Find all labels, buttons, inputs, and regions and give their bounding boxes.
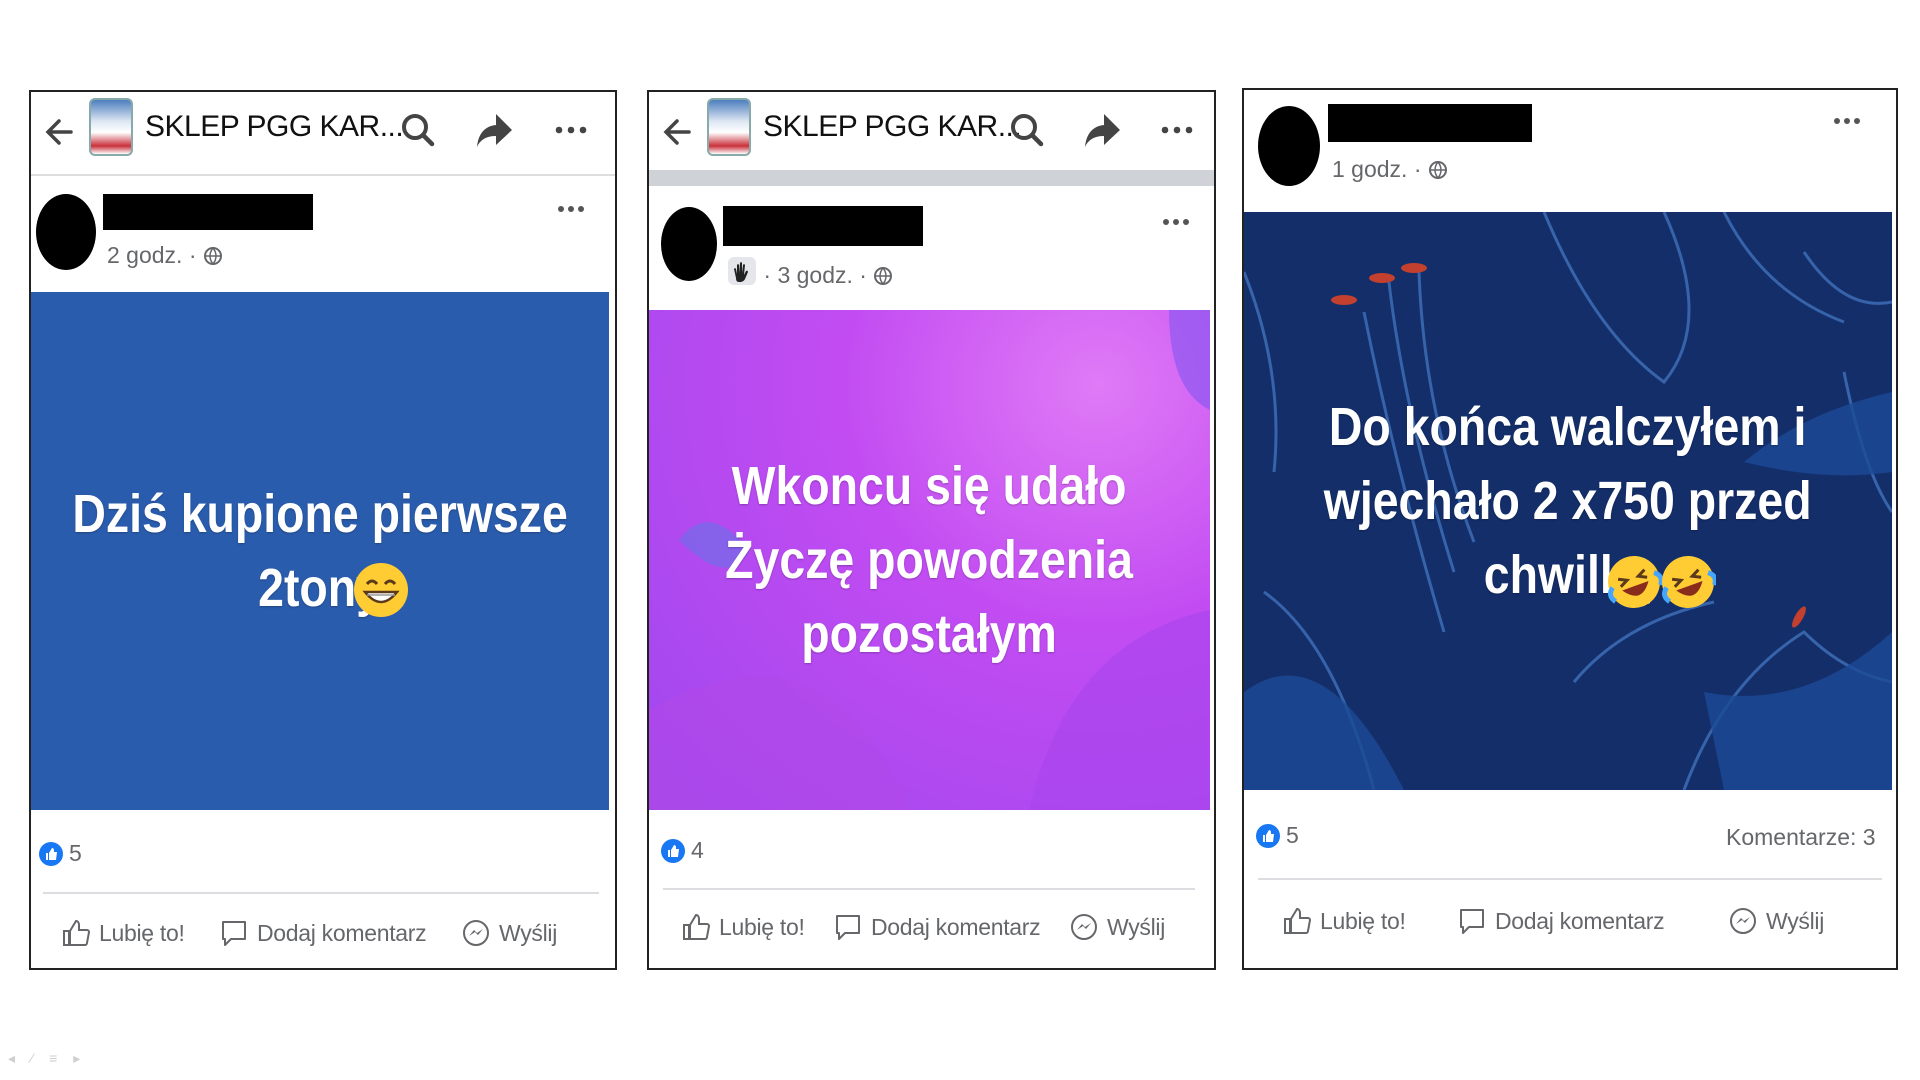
wave-hand-icon — [728, 257, 756, 285]
post-text: Wkoncu się udało Życzę powodzenia pozost… — [725, 456, 1134, 664]
divider — [1258, 878, 1882, 880]
like-icon — [1284, 907, 1312, 934]
page-name[interactable]: SKLEP PGG KAR... — [763, 110, 1022, 144]
like-icon — [63, 919, 91, 946]
post-more-icon[interactable] — [1161, 217, 1191, 227]
like-button[interactable]: Lubię to! — [61, 918, 185, 948]
slide-navigation-icons[interactable]: ◂ ⁄ ≡ ▸ — [8, 1050, 86, 1067]
search-icon[interactable] — [1007, 110, 1047, 150]
page-avatar[interactable] — [707, 98, 751, 156]
like-label: Lubię to! — [99, 919, 185, 946]
post-background: Do końca walczyłem i wjechało 2 x750 prz… — [1244, 212, 1892, 790]
comment-label: Dodaj komentarz — [1495, 907, 1665, 934]
comment-button[interactable]: Dodaj komentarz — [219, 918, 427, 948]
post-more-icon[interactable] — [556, 204, 586, 214]
messenger-icon — [463, 920, 489, 946]
messenger-icon — [1071, 914, 1097, 940]
divider — [43, 892, 599, 894]
back-arrow-icon[interactable] — [41, 114, 77, 150]
reaction-count: 4 — [691, 837, 704, 863]
page-header: SKLEP PGG KAR... — [649, 92, 1214, 174]
author-avatar[interactable] — [1258, 106, 1320, 186]
comment-icon — [1460, 909, 1484, 934]
post-time: 3 godz. — [777, 262, 853, 288]
divider — [663, 888, 1195, 890]
post-more-icon[interactable] — [1832, 116, 1862, 126]
page-name[interactable]: SKLEP PGG KAR... — [145, 110, 404, 144]
screenshot-post-3: 1 godz. · Do końca walczyłem i wjechało … — [1242, 88, 1898, 970]
reactions[interactable]: 5 — [1256, 822, 1299, 849]
comment-button[interactable]: Dodaj komentarz — [1457, 906, 1665, 936]
post-time: 1 godz. — [1332, 156, 1408, 182]
post-meta: · 3 godz. · — [727, 256, 893, 289]
header-divider — [649, 170, 1214, 186]
like-reaction-icon — [39, 841, 63, 866]
redacted-author-name — [723, 206, 923, 246]
post-time: 2 godz. — [107, 242, 183, 268]
share-icon[interactable] — [1082, 110, 1122, 150]
more-icon[interactable] — [1157, 110, 1197, 150]
comment-icon — [222, 921, 246, 946]
like-icon — [683, 913, 711, 940]
comment-icon — [836, 915, 860, 940]
screenshot-post-2: SKLEP PGG KAR... · 3 godz. · Wkoncu się … — [647, 90, 1216, 970]
redacted-author-name — [103, 194, 313, 230]
redacted-author-name — [1328, 104, 1532, 142]
post-text: Do końca walczyłem i wjechało 2 x750 prz… — [1324, 397, 1812, 605]
laughing-crying-emoji — [1607, 556, 1716, 608]
comment-button[interactable]: Dodaj komentarz — [833, 912, 1041, 942]
comment-label: Dodaj komentarz — [257, 919, 427, 946]
screenshot-post-1: SKLEP PGG KAR... 2 godz. · Dziś kupione … — [29, 90, 617, 970]
like-label: Lubię to! — [1320, 907, 1406, 934]
search-icon[interactable] — [398, 110, 438, 150]
reactions[interactable]: 4 — [661, 837, 704, 864]
reaction-count: 5 — [1286, 822, 1299, 848]
messenger-icon — [1730, 908, 1756, 934]
send-label: Wyślij — [1766, 907, 1825, 934]
back-arrow-icon[interactable] — [659, 114, 695, 150]
like-reaction-icon — [661, 838, 685, 863]
post-text: Dziś kupione pierwsze 2tony — [72, 484, 568, 618]
send-button[interactable]: Wyślij — [1728, 906, 1824, 936]
author-avatar[interactable] — [36, 194, 96, 270]
author-avatar[interactable] — [661, 207, 717, 281]
comment-label: Dodaj komentarz — [871, 913, 1041, 940]
globe-icon — [1428, 161, 1447, 179]
post-background: Dziś kupione pierwsze 2tony — [31, 292, 609, 810]
send-button[interactable]: Wyślij — [461, 918, 557, 948]
post-meta: 2 godz. · — [107, 242, 223, 269]
like-button[interactable]: Lubię to! — [681, 912, 805, 942]
globe-icon — [203, 247, 222, 265]
send-button[interactable]: Wyślij — [1069, 912, 1165, 942]
comment-count[interactable]: Komentarze: 3 — [1726, 824, 1876, 851]
page-avatar[interactable] — [89, 98, 133, 156]
globe-icon — [874, 267, 893, 285]
more-icon[interactable] — [551, 110, 591, 150]
like-reaction-icon — [1256, 823, 1280, 848]
reactions[interactable]: 5 — [39, 840, 82, 867]
send-label: Wyślij — [1107, 913, 1166, 940]
reaction-count: 5 — [69, 840, 82, 866]
like-label: Lubię to! — [719, 913, 805, 940]
page-header: SKLEP PGG KAR... — [31, 92, 615, 176]
like-button[interactable]: Lubię to! — [1282, 906, 1406, 936]
send-label: Wyślij — [499, 919, 558, 946]
share-icon[interactable] — [474, 110, 514, 150]
post-meta: 1 godz. · — [1332, 156, 1448, 183]
post-background: Wkoncu się udało Życzę powodzenia pozost… — [649, 310, 1210, 810]
grinning-emoji — [354, 563, 408, 617]
